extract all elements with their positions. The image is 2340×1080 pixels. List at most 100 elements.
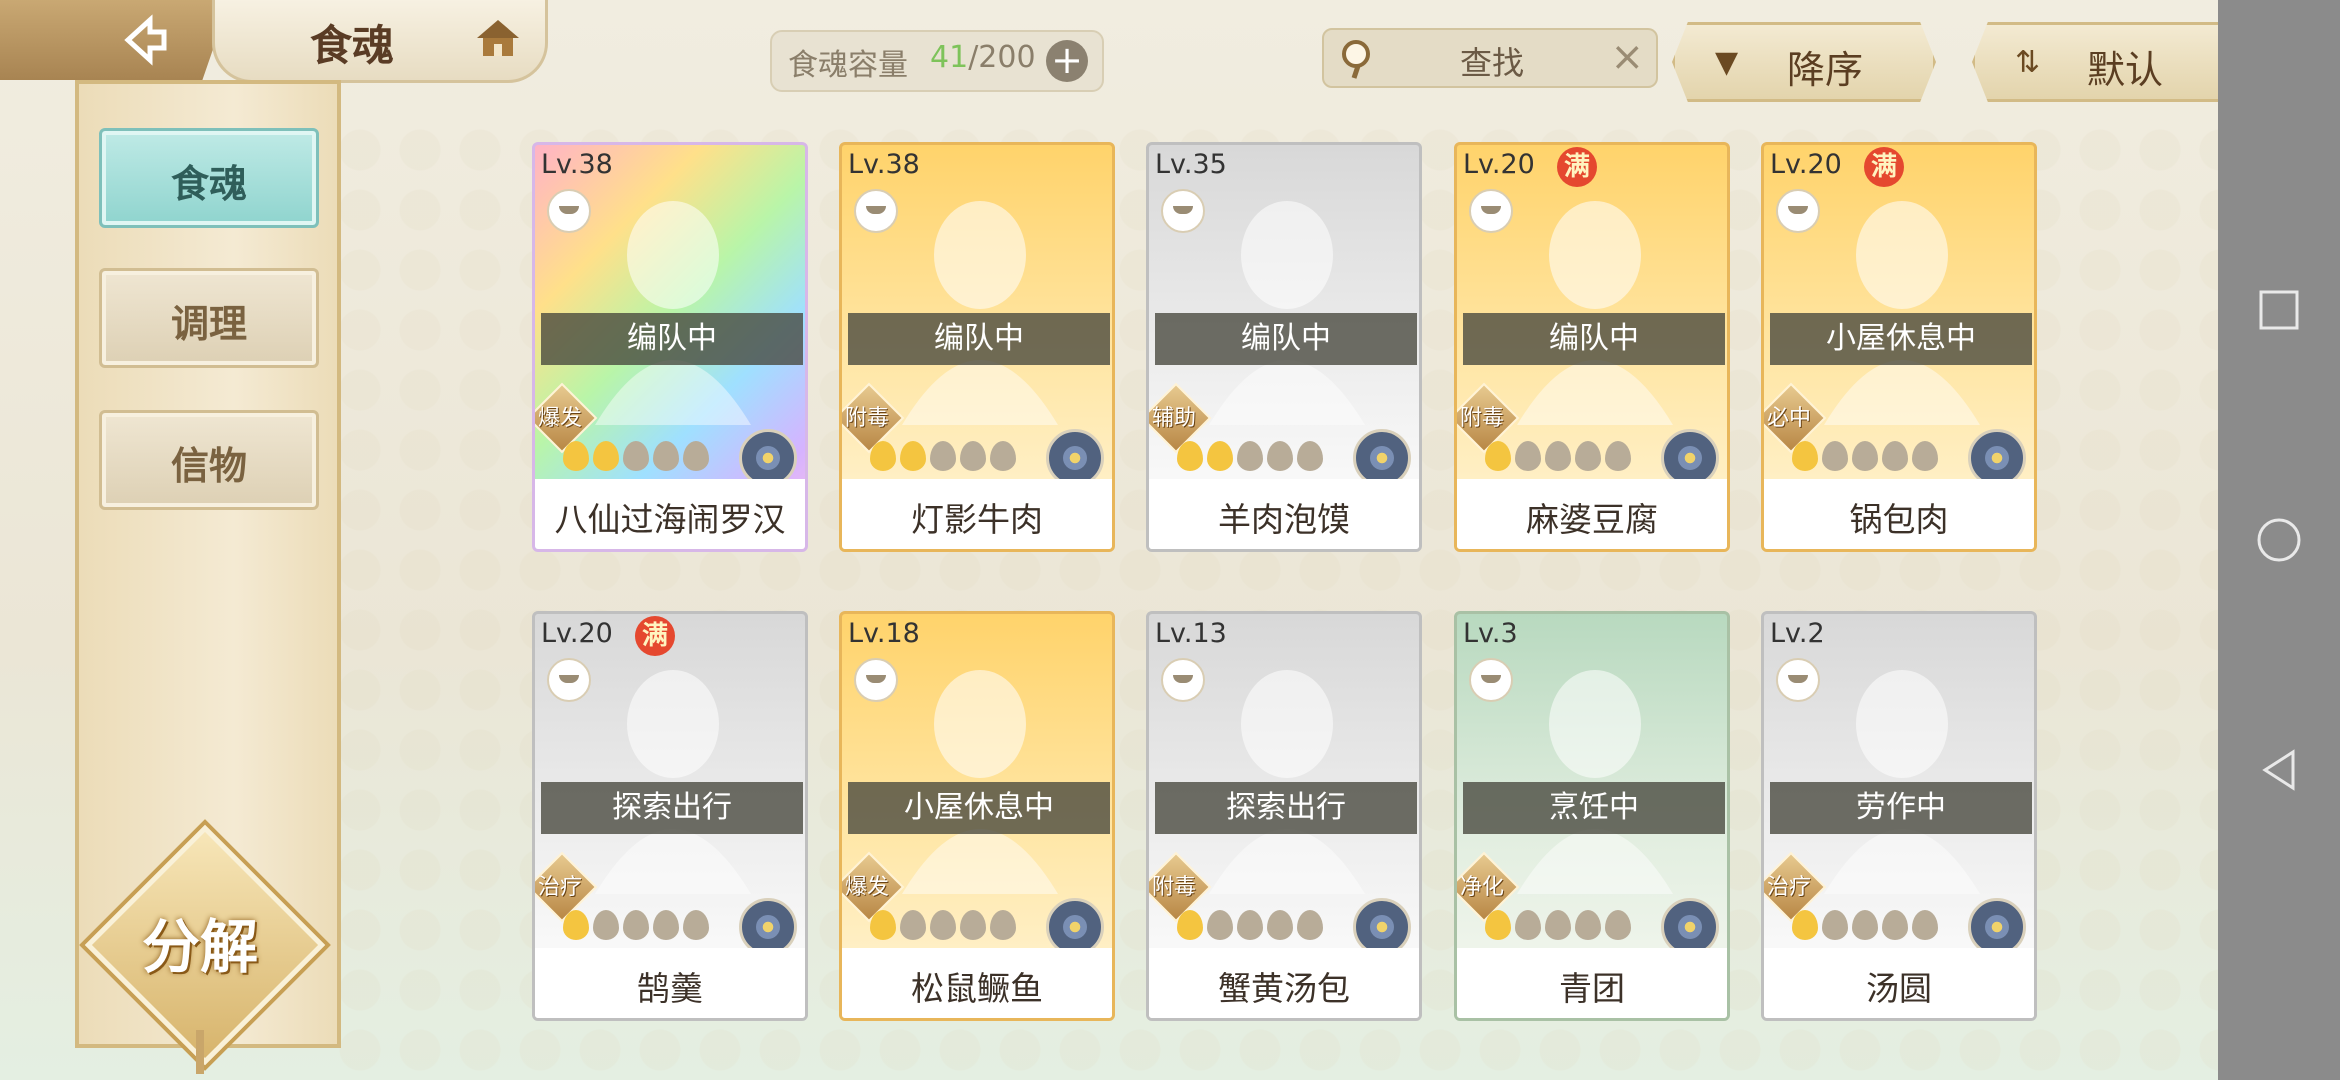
clear-search-icon[interactable]: × [1610,34,1644,80]
home-circle-icon[interactable] [2255,516,2303,564]
flame-icon [1267,441,1293,471]
flame-icon [1852,910,1878,940]
status-banner: 小屋休息中 [848,782,1110,834]
flame-icon [623,441,649,471]
flame-icon [1912,441,1938,471]
flame-icon [1207,441,1233,471]
tassel-decoration [196,1030,204,1074]
card-name: 鹄羹 [637,969,703,1008]
sidebar-item-conditioning[interactable]: 调理 [99,268,319,368]
name-bar: 灯影牛肉 [842,479,1112,549]
star-rating [563,910,713,942]
flame-icon [960,910,986,940]
role-label: 附毒 [1459,406,1504,431]
role-badge: 附毒 [842,382,905,454]
food-soul-card[interactable]: Lv.20 满编队中 附毒 麻婆豆腐 [1454,142,1730,552]
name-bar: 羊肉泡馍 [1149,479,1419,549]
status-banner: 编队中 [1155,313,1417,365]
sort-mode-button[interactable]: ⇅ 默认 [1972,22,2236,102]
level-label: Lv.2 [1770,618,1825,649]
search-input[interactable]: 查找 × [1322,28,1658,88]
food-soul-card[interactable]: Lv.18 小屋休息中爆发松鼠鳜鱼 [839,611,1115,1021]
food-soul-card[interactable]: Lv.35 编队中辅助羊肉泡馍 [1146,142,1422,552]
flame-icon [1852,441,1878,471]
flame-icon [1485,910,1511,940]
flame-icon [1822,441,1848,471]
food-soul-card[interactable]: Lv.20 满小屋休息中 必中 锅包肉 [1761,142,2037,552]
flame-icon [1267,910,1293,940]
flame-icon [1575,910,1601,940]
star-rating [1177,910,1327,942]
flame-icon [1882,441,1908,471]
flame-icon [1575,441,1601,471]
sort-order-button[interactable]: ▼ 降序 [1672,22,1936,102]
food-soul-card[interactable]: Lv.20 满探索出行 治疗 鹄羹 [532,611,808,1021]
star-rating [1485,910,1635,942]
capacity-label: 食魂容量 [788,48,908,83]
sort-arrows-icon: ⇅ [2015,45,2041,80]
back-triangle-icon[interactable] [2255,746,2303,794]
role-label: 辅助 [1151,406,1196,431]
recent-apps-icon[interactable] [2255,286,2303,334]
food-soul-card[interactable]: Lv.13 探索出行 附毒 蟹黄汤包 [1146,611,1422,1021]
flame-icon [683,910,709,940]
role-label: 附毒 [1151,875,1196,900]
bowl-icon [1469,189,1513,233]
capacity-total: /200 [968,40,1036,75]
bowl-icon [1161,189,1205,233]
role-label: 治疗 [1766,875,1811,900]
max-level-badge: 满 [1557,147,1597,187]
sidebar-item-food-souls[interactable]: 食魂 [99,128,319,228]
name-bar: 松鼠鳜鱼 [842,948,1112,1018]
bowl-icon [854,189,898,233]
status-banner: 编队中 [1463,313,1725,365]
card-name: 麻婆豆腐 [1526,500,1658,539]
flame-icon [1207,910,1233,940]
system-nav-bar [2218,0,2340,1080]
role-badge: 治疗 [535,851,598,923]
sidebar-item-label: 食魂 [170,162,247,206]
flame-icon [1792,910,1818,940]
role-badge: 附毒 [1149,851,1212,923]
sort-order-label: 降序 [1787,48,1864,92]
flame-icon [900,910,926,940]
back-button[interactable] [0,0,230,80]
star-rating [563,441,713,473]
food-soul-card[interactable]: Lv.2 劳作中 治疗 汤圆 [1761,611,2037,1021]
role-badge: 治疗 [1764,851,1827,923]
flame-icon [1605,441,1631,471]
add-capacity-button[interactable]: + [1046,40,1088,82]
flame-icon [1882,910,1908,940]
flame-icon [1515,910,1541,940]
flame-icon [653,441,679,471]
level-label: Lv.38 [848,149,920,180]
star-rating [1177,441,1327,473]
bowl-icon [1161,658,1205,702]
sidebar-item-label: 信物 [170,444,247,488]
capacity-current: 41 [930,40,969,75]
level-label: Lv.35 [1155,149,1227,180]
star-rating [1792,910,1942,942]
status-banner: 探索出行 [1155,782,1417,834]
food-soul-card[interactable]: Lv.3 烹饪中 净化 青团 [1454,611,1730,1021]
card-name: 灯影牛肉 [911,500,1043,539]
card-name: 青团 [1559,969,1625,1008]
card-name: 汤圆 [1866,969,1932,1008]
flame-icon [1912,910,1938,940]
role-badge: 爆发 [842,851,905,923]
star-rating [870,910,1020,942]
flame-icon [1177,441,1203,471]
flame-icon [930,910,956,940]
page-title: 食魂 [310,21,395,70]
home-icon[interactable] [473,16,523,62]
level-label: Lv.18 [848,618,920,649]
food-soul-card[interactable]: Lv.38 编队中 附毒 灯影牛肉 [839,142,1115,552]
max-level-badge: 满 [635,616,675,656]
food-soul-card[interactable]: Lv.38 编队中 爆发 八仙过海闹罗汉 [532,142,808,552]
flame-icon [870,441,896,471]
flame-icon [653,910,679,940]
role-label: 附毒 [844,406,889,431]
flame-icon [1177,910,1203,940]
sidebar-item-tokens[interactable]: 信物 [99,410,319,510]
level-label: Lv.20 [1770,149,1842,180]
